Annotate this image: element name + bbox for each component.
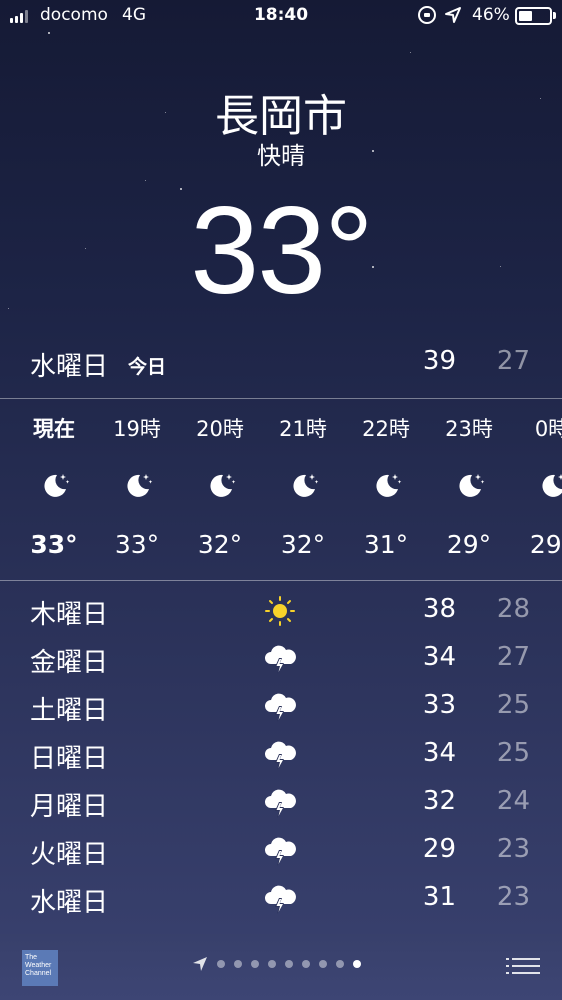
today-label: 今日 xyxy=(128,356,167,378)
page-dot[interactable] xyxy=(234,960,242,968)
thunderstorm-icon xyxy=(262,834,298,868)
daily-day-name: 土曜日 xyxy=(30,696,109,726)
hourly-time: 22時 xyxy=(362,417,410,441)
daily-high-temp: 34 xyxy=(422,738,456,768)
hourly-temp: 33° xyxy=(114,530,160,559)
hourly-temp: 32° xyxy=(280,530,326,559)
daily-day-name: 水曜日 xyxy=(30,888,109,918)
page-dot[interactable] xyxy=(336,960,344,968)
hourly-time: 20時 xyxy=(196,417,244,441)
daily-high-temp: 38 xyxy=(422,594,456,624)
city-list-button[interactable] xyxy=(506,954,540,978)
hourly-forecast-scroller[interactable]: 現在 33° 19時 33° 20時 32° 21時 32° 22時 31° 23時 29° 0時 29° xyxy=(0,400,562,580)
hourly-time: 0時 xyxy=(534,417,562,441)
divider-bottom xyxy=(0,580,562,581)
thunderstorm-icon xyxy=(262,642,298,676)
hourly-time: 21時 xyxy=(279,417,327,441)
daily-day-name: 火曜日 xyxy=(30,840,109,870)
hourly-time: 19時 xyxy=(113,417,161,441)
thunderstorm-icon xyxy=(262,690,298,724)
daily-low-temp: 25 xyxy=(496,690,530,720)
hourly-temp: 33° xyxy=(30,530,78,559)
moon-stars-icon xyxy=(539,470,562,500)
daily-low-temp: 23 xyxy=(496,834,530,864)
daily-low-temp: 28 xyxy=(496,594,530,624)
thunderstorm-icon xyxy=(262,882,298,916)
daily-forecast-row: 火曜日 29 23 xyxy=(0,826,562,874)
hourly-temp: 29° xyxy=(529,530,562,559)
hourly-item: 現在 33° xyxy=(12,400,96,580)
page-dot[interactable] xyxy=(217,960,225,968)
daily-low-temp: 23 xyxy=(496,882,530,912)
hourly-temp: 31° xyxy=(363,530,409,559)
daily-forecast-row: 月曜日 32 24 xyxy=(0,778,562,826)
page-dot[interactable] xyxy=(302,960,310,968)
daily-day-name: 木曜日 xyxy=(30,600,109,630)
rotation-lock-icon xyxy=(418,6,436,24)
moon-stars-icon xyxy=(207,470,237,500)
today-high-temp: 39 xyxy=(422,346,456,376)
page-dot[interactable] xyxy=(285,960,293,968)
thunderstorm-icon xyxy=(262,786,298,820)
moon-stars-icon xyxy=(290,470,320,500)
daily-forecast-row: 木曜日 38 28 xyxy=(0,586,562,634)
current-temperature: 33° xyxy=(190,182,374,320)
daily-day-name: 月曜日 xyxy=(30,792,109,822)
moon-stars-icon xyxy=(373,470,403,500)
today-day-name: 水曜日 xyxy=(30,352,109,382)
daily-high-temp: 34 xyxy=(422,642,456,672)
battery-cap xyxy=(553,12,556,19)
daily-forecast-row: 日曜日 34 25 xyxy=(0,730,562,778)
hourly-item: 21時 32° xyxy=(261,400,345,580)
battery-level-fill xyxy=(519,11,533,21)
daily-day-name: 日曜日 xyxy=(30,744,109,774)
location-arrow-icon xyxy=(445,7,461,23)
daily-forecast-row: 水曜日 31 23 xyxy=(0,874,562,922)
moon-stars-icon xyxy=(124,470,154,500)
daily-low-temp: 24 xyxy=(496,786,530,816)
hourly-time: 現在 xyxy=(33,417,75,441)
moon-stars-icon xyxy=(456,470,486,500)
divider-top xyxy=(0,398,562,399)
hourly-item: 22時 31° xyxy=(344,400,428,580)
hourly-item: 0時 29° xyxy=(510,400,562,580)
today-low-temp: 27 xyxy=(496,346,530,376)
daily-forecast-row: 金曜日 34 27 xyxy=(0,634,562,682)
city-name: 長岡市 xyxy=(215,91,347,142)
daily-day-name: 金曜日 xyxy=(30,648,109,678)
daily-high-temp: 33 xyxy=(422,690,456,720)
page-dot[interactable] xyxy=(319,960,327,968)
sun-icon xyxy=(262,594,298,628)
battery-percentage: 46% xyxy=(472,5,510,25)
hourly-time: 23時 xyxy=(445,417,493,441)
daily-low-temp: 27 xyxy=(496,642,530,672)
daily-low-temp: 25 xyxy=(496,738,530,768)
hourly-item: 23時 29° xyxy=(427,400,511,580)
weather-channel-logo[interactable]: The Weather Channel xyxy=(22,950,58,986)
today-summary-row: 水曜日 今日 39 27 xyxy=(0,340,562,386)
daily-forecast-row: 土曜日 33 25 xyxy=(0,682,562,730)
page-dot[interactable] xyxy=(268,960,276,968)
hourly-temp: 32° xyxy=(197,530,243,559)
moon-stars-icon xyxy=(41,470,71,500)
page-dot[interactable] xyxy=(353,960,361,968)
battery-icon xyxy=(515,7,552,25)
footer-bar: The Weather Channel xyxy=(0,934,562,1000)
daily-high-temp: 32 xyxy=(422,786,456,816)
page-dot[interactable] xyxy=(251,960,259,968)
thunderstorm-icon xyxy=(262,738,298,772)
hourly-item: 20時 32° xyxy=(178,400,262,580)
status-bar: docomo 4G 18:40 46% xyxy=(0,0,562,34)
page-indicator[interactable] xyxy=(192,956,361,972)
hourly-temp: 29° xyxy=(446,530,492,559)
daily-high-temp: 29 xyxy=(422,834,456,864)
current-location-icon xyxy=(193,957,207,971)
daily-high-temp: 31 xyxy=(422,882,456,912)
weather-condition: 快晴 xyxy=(257,142,305,170)
hourly-item: 19時 33° xyxy=(95,400,179,580)
